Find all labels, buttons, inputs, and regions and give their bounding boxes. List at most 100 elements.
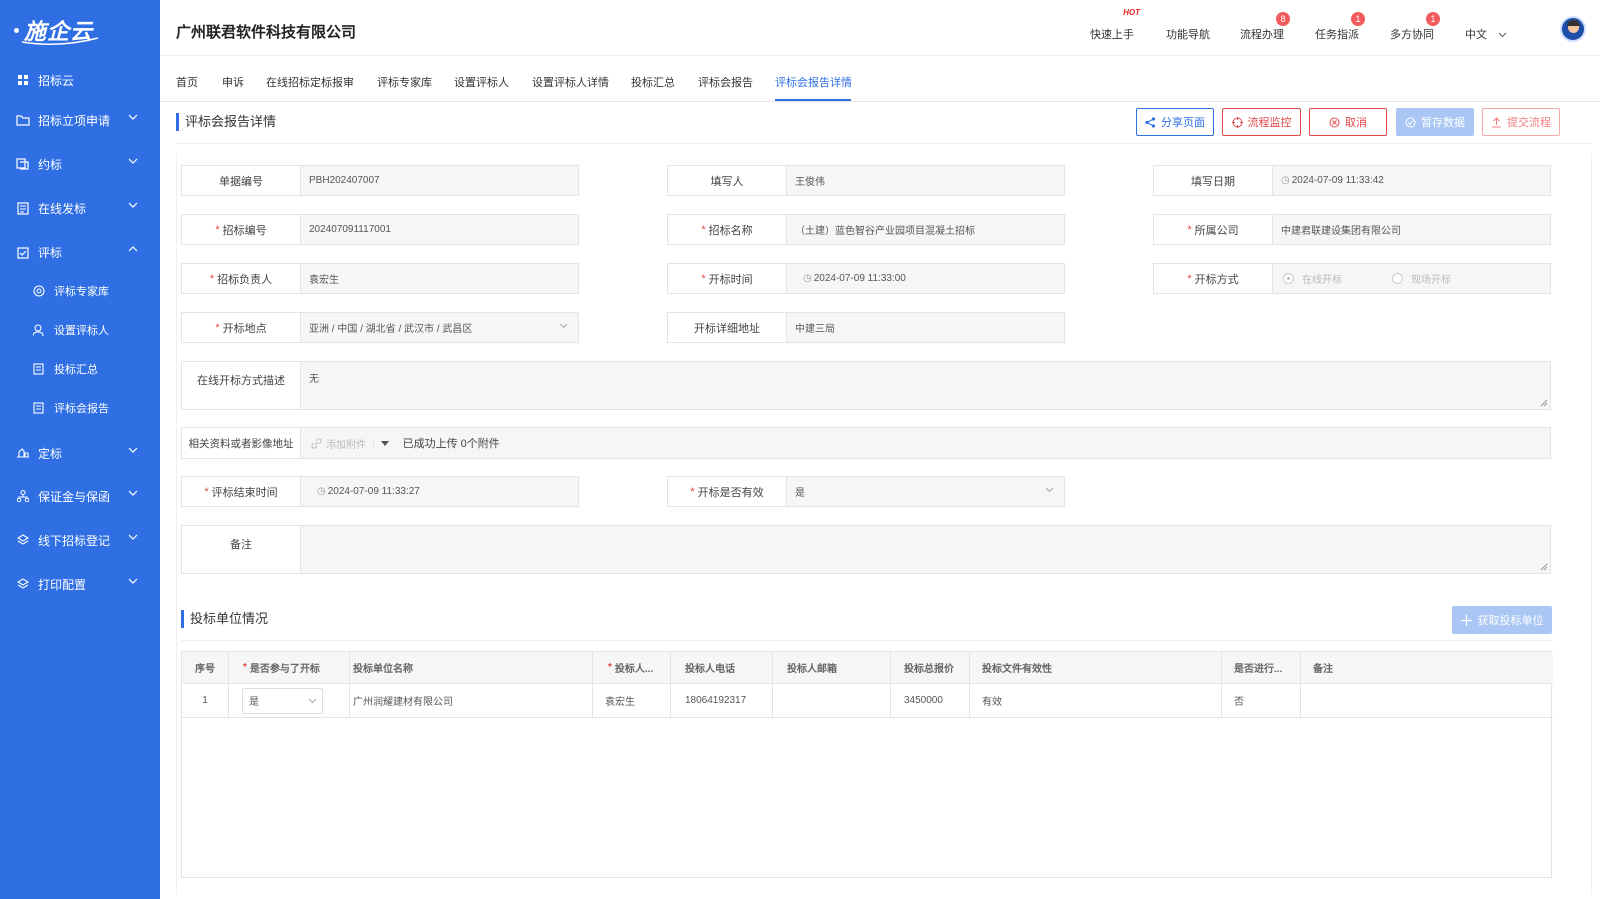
tab-expert-library[interactable]: 评标专家库 bbox=[377, 74, 432, 90]
sidebar-item-home[interactable]: 招标云 bbox=[0, 65, 160, 95]
cancel-label: 取消 bbox=[1345, 117, 1367, 129]
field-label: * 招标编号 bbox=[182, 215, 301, 244]
chevron-down-icon bbox=[128, 202, 138, 208]
sidebar-item-print-config[interactable]: 打印配置 bbox=[0, 569, 160, 599]
sidebar-item-bid-summary[interactable]: 投标汇总 bbox=[0, 354, 160, 384]
fetch-bidders-button[interactable]: 获取投标单位 bbox=[1452, 606, 1552, 634]
tab-bid-summary[interactable]: 投标汇总 bbox=[631, 74, 675, 90]
remark-textarea[interactable] bbox=[301, 526, 1550, 573]
joined-select[interactable]: 是 bbox=[242, 687, 323, 714]
submit-label: 提交流程 bbox=[1507, 117, 1551, 129]
network-icon bbox=[16, 489, 30, 503]
page-title: 评标会报告详情 bbox=[176, 113, 276, 131]
chevron-down-icon bbox=[128, 114, 138, 120]
resize-handle-icon[interactable] bbox=[1540, 563, 1548, 571]
sidebar-item-label: 打印配置 bbox=[38, 577, 87, 592]
language-select[interactable]: 中文 bbox=[1465, 26, 1507, 42]
collab-link[interactable]: 多方协同 1 bbox=[1390, 12, 1440, 42]
caret-down-icon[interactable] bbox=[380, 440, 389, 446]
table-cell: 袁宏生 bbox=[593, 683, 671, 718]
field-label-text: 评标结束时间 bbox=[211, 486, 278, 499]
sidebar-item-expert-library[interactable]: 评标专家库 bbox=[0, 276, 160, 306]
resize-handle-icon[interactable] bbox=[1540, 399, 1548, 407]
radio-label: 在线开标 bbox=[1302, 275, 1342, 286]
field-label: * 所属公司 bbox=[1154, 215, 1273, 244]
tab-online-review[interactable]: 在线招标定标报审 bbox=[266, 74, 354, 90]
table-cell: 1 bbox=[182, 683, 229, 718]
company-value: 中建君联建设集团有限公司 bbox=[1273, 215, 1550, 244]
write-date-value: ◷ 2024-07-09 11:33:42 bbox=[1273, 166, 1550, 195]
sidebar-item-evaluation[interactable]: 评标 bbox=[0, 237, 160, 267]
open-time-field: * 开标时间 ◷ 2024-07-09 11:33:00 bbox=[667, 263, 1065, 294]
avatar[interactable] bbox=[1560, 16, 1586, 42]
column-header: 投标总报价 bbox=[891, 652, 970, 683]
online-desc-text: 无 bbox=[309, 374, 319, 385]
remark-field: 备注 bbox=[181, 525, 1551, 574]
field-label: * 开标地点 bbox=[182, 313, 301, 342]
logo[interactable]: 施企云 bbox=[0, 0, 160, 60]
save-label: 暂存数据 bbox=[1421, 117, 1465, 129]
tab-home[interactable]: 首页 bbox=[176, 74, 198, 90]
open-method-field: * 开标方式 在线开标 现场开标 bbox=[1153, 263, 1551, 294]
tab-eval-report-detail[interactable]: 评标会报告详情 bbox=[775, 74, 852, 90]
sidebar-item-appointment[interactable]: 约标 bbox=[0, 149, 160, 179]
eval-end-text: 2024-07-09 11:33:27 bbox=[327, 486, 420, 497]
clock-icon: ◷ bbox=[317, 486, 326, 497]
sidebar-item-deposit[interactable]: 保证金与保函 bbox=[0, 481, 160, 511]
field-label: * 招标名称 bbox=[668, 215, 787, 244]
flow-monitor-button[interactable]: 流程监控 bbox=[1222, 108, 1301, 136]
tasks-link[interactable]: 任务指派 1 bbox=[1315, 12, 1365, 42]
function-nav-link[interactable]: 功能导航 bbox=[1166, 26, 1210, 42]
column-header: * 投标人... bbox=[593, 652, 671, 683]
sidebar-item-project-apply[interactable]: 招标立项申请 bbox=[0, 105, 160, 135]
radio-onsite-open[interactable]: 现场开标 bbox=[1392, 271, 1451, 286]
add-attachment-button[interactable]: 添加附件 bbox=[311, 436, 366, 451]
chevron-down-icon bbox=[559, 323, 568, 329]
divider: | bbox=[372, 437, 375, 449]
sidebar-item-award[interactable]: 定标 bbox=[0, 438, 160, 468]
field-label: 在线开标方式描述 bbox=[182, 362, 301, 409]
divider bbox=[181, 640, 1552, 641]
tab-appeal[interactable]: 申诉 bbox=[222, 74, 244, 90]
sidebar-item-label: 评标会报告 bbox=[54, 403, 109, 415]
radio-online-open[interactable]: 在线开标 bbox=[1283, 271, 1342, 286]
link-icon bbox=[311, 437, 322, 449]
valid-text: 是 bbox=[795, 488, 805, 499]
user-set-icon bbox=[32, 323, 46, 337]
field-label: 填写人 bbox=[668, 166, 787, 195]
open-address-value: 中建三局 bbox=[787, 313, 1064, 342]
add-attachment-label: 添加附件 bbox=[326, 439, 366, 451]
save-draft-button[interactable]: 暂存数据 bbox=[1396, 108, 1474, 136]
tab-set-evaluator-detail[interactable]: 设置评标人详情 bbox=[532, 74, 609, 90]
online-desc-field: 在线开标方式描述 无 bbox=[181, 361, 1551, 410]
online-desc-textarea[interactable]: 无 bbox=[301, 362, 1550, 409]
tab-eval-report[interactable]: 评标会报告 bbox=[698, 74, 753, 90]
open-place-select[interactable]: 亚洲 / 中国 / 湖北省 / 武汉市 / 武昌区 bbox=[301, 313, 578, 342]
submit-flow-button[interactable]: 提交流程 bbox=[1482, 108, 1560, 136]
sidebar-item-label: 在线发标 bbox=[38, 201, 87, 216]
flow-link[interactable]: 流程办理 8 bbox=[1240, 12, 1290, 42]
bidders-table: 序号 * 是否参与了开标 投标单位名称 * 投标人... 投标人电话 投标人邮箱 投… bbox=[181, 651, 1553, 878]
eval-end-field: * 评标结束时间 ◷ 2024-07-09 11:33:27 bbox=[181, 476, 579, 507]
chevron-down-icon bbox=[128, 578, 138, 584]
sidebar-item-online-bid[interactable]: 在线发标 bbox=[0, 193, 160, 223]
sidebar: 施企云 招标云 招标立项申请 约标 在线发标 评标 评标专家库 设置评标人 投标… bbox=[0, 0, 160, 899]
field-label: * 招标负责人 bbox=[182, 264, 301, 293]
sidebar-item-label: 线下招标登记 bbox=[38, 533, 111, 548]
sidebar-item-set-evaluator[interactable]: 设置评标人 bbox=[0, 315, 160, 345]
bidders-section-title: 投标单位情况 bbox=[181, 610, 268, 628]
column-header: 是否进行... bbox=[1222, 652, 1301, 683]
quick-start-link[interactable]: 快速上手 HOT bbox=[1090, 8, 1140, 42]
share-button[interactable]: 分享页面 bbox=[1136, 108, 1214, 136]
valid-select[interactable]: 是 bbox=[787, 477, 1064, 506]
sidebar-item-eval-report[interactable]: 评标会报告 bbox=[0, 393, 160, 423]
sidebar-item-label: 招标云 bbox=[38, 73, 75, 88]
summary-icon bbox=[32, 362, 46, 376]
close-circle-icon bbox=[1329, 117, 1340, 127]
sidebar-item-label: 投标汇总 bbox=[54, 364, 98, 376]
tasks-count-badge: 1 bbox=[1351, 12, 1365, 26]
tab-set-evaluator[interactable]: 设置评标人 bbox=[454, 74, 509, 90]
column-header: 投标人邮箱 bbox=[773, 652, 891, 683]
sidebar-item-offline-bid[interactable]: 线下招标登记 bbox=[0, 525, 160, 555]
cancel-button[interactable]: 取消 bbox=[1309, 108, 1387, 136]
